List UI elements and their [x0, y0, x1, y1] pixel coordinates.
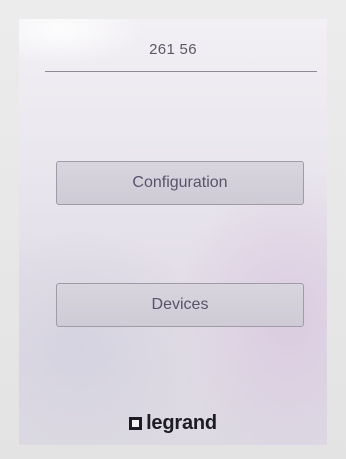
device-bezel: 261 56 Configuration Devices legrand: [0, 0, 346, 459]
header-value: 261 56: [149, 41, 197, 58]
logo-square-icon: [129, 416, 143, 430]
configuration-button[interactable]: Configuration: [56, 161, 304, 205]
device-screen: 261 56 Configuration Devices legrand: [19, 19, 327, 445]
configuration-button-label: Configuration: [132, 174, 228, 191]
devices-button[interactable]: Devices: [56, 283, 304, 327]
logo-text: legrand: [146, 412, 217, 434]
brand-logo: legrand: [19, 413, 327, 433]
header-divider: [45, 71, 317, 72]
devices-button-label: Devices: [151, 296, 209, 313]
